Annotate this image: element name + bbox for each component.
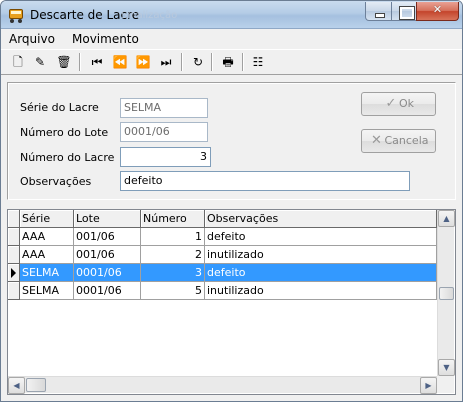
- delete-icon[interactable]: 🗑: [55, 53, 73, 71]
- column-header-observacoes[interactable]: Observações: [205, 210, 437, 228]
- toolbar-separator: [242, 53, 244, 71]
- cancel-button-label: Cancela: [384, 134, 429, 147]
- app-window: Descarte de Lacre Sinalização ✕ Arquivo …: [0, 0, 463, 402]
- title-bar[interactable]: Descarte de Lacre Sinalização ✕: [1, 1, 462, 29]
- toolbar-separator: [211, 53, 213, 71]
- column-header-serie[interactable]: Série: [20, 210, 74, 228]
- cell-observacoes[interactable]: defeito: [205, 228, 437, 246]
- column-header-lote[interactable]: Lote: [74, 210, 141, 228]
- scroll-right-icon[interactable]: ▶: [420, 377, 437, 394]
- refresh-icon[interactable]: ↻: [189, 53, 207, 71]
- cell-serie[interactable]: AAA: [20, 228, 74, 246]
- cell-serie[interactable]: AAA: [20, 246, 74, 264]
- cell-lote-selected[interactable]: 0001/06: [74, 264, 141, 282]
- horizontal-scroll-thumb[interactable]: [26, 378, 46, 392]
- cell-numero-selected[interactable]: 3: [141, 264, 205, 282]
- scroll-up-icon[interactable]: ▲: [438, 210, 455, 227]
- menu-bar: Arquivo Movimento: [1, 30, 462, 48]
- lote-field[interactable]: 0001/06: [120, 122, 208, 142]
- cancel-button[interactable]: ✕ Cancela: [361, 129, 436, 153]
- cancel-icon: ✕: [371, 133, 382, 148]
- maximize-button[interactable]: [391, 2, 417, 21]
- scroll-down-icon[interactable]: ▼: [438, 359, 455, 376]
- form-panel: Série do Lacre SELMA Número do Lote 0001…: [7, 82, 456, 200]
- minimize-button[interactable]: [365, 2, 392, 21]
- cell-lote[interactable]: 001/06: [74, 246, 141, 264]
- toolbar: 🗋 ✎ 🗑 ⏮ ⏪ ⏩ ⏭ ↻ 🖶 ☷: [1, 49, 462, 75]
- row-indicator[interactable]: [8, 228, 20, 246]
- cell-numero[interactable]: 1: [141, 228, 205, 246]
- current-row-indicator[interactable]: [8, 264, 20, 282]
- menu-movimento[interactable]: Movimento: [72, 32, 139, 46]
- serie-label: Série do Lacre: [20, 101, 99, 114]
- numero-label: Número do Lacre: [20, 151, 115, 164]
- numero-field[interactable]: 3: [120, 147, 211, 167]
- last-record-icon[interactable]: ⏭: [157, 53, 175, 71]
- ok-button-label: Ok: [398, 97, 415, 110]
- serie-field[interactable]: SELMA: [120, 98, 208, 118]
- grid-header-indicator: [8, 210, 20, 228]
- menu-arquivo[interactable]: Arquivo: [9, 32, 55, 46]
- cell-lote[interactable]: 0001/06: [74, 282, 141, 300]
- window-title-ghost: Sinalização: [121, 10, 178, 21]
- horizontal-scrollbar[interactable]: ◀ ▶: [8, 376, 437, 394]
- toolbar-separator: [181, 53, 183, 71]
- cell-observacoes-selected[interactable]: defeito: [205, 264, 437, 282]
- next-record-icon[interactable]: ⏩: [134, 53, 152, 71]
- first-record-icon[interactable]: ⏮: [88, 53, 106, 71]
- toolbar-separator: [79, 53, 81, 71]
- cell-observacoes[interactable]: inutilizado: [205, 246, 437, 264]
- column-header-numero[interactable]: Número: [141, 210, 205, 228]
- check-icon: ✓: [385, 96, 397, 111]
- cell-serie[interactable]: SELMA: [20, 282, 74, 300]
- vertical-scrollbar[interactable]: ▲ ▼: [437, 210, 455, 376]
- cell-numero[interactable]: 5: [141, 282, 205, 300]
- bus-app-icon: [8, 7, 24, 23]
- close-button[interactable]: ✕: [416, 2, 459, 21]
- scrollbar-corner: [437, 376, 454, 393]
- cell-observacoes[interactable]: inutilizado: [205, 282, 437, 300]
- properties-icon[interactable]: ☷: [249, 53, 267, 71]
- ok-button[interactable]: ✓ Ok: [361, 92, 436, 116]
- prior-record-icon[interactable]: ⏪: [111, 53, 129, 71]
- obs-label: Observações: [20, 175, 92, 188]
- cell-lote[interactable]: 001/06: [74, 228, 141, 246]
- scroll-left-icon[interactable]: ◀: [8, 377, 25, 394]
- print-icon[interactable]: 🖶: [219, 53, 237, 71]
- records-grid: Série Lote Número Observações AAA 001/06…: [7, 209, 456, 395]
- edit-icon[interactable]: ✎: [31, 53, 49, 71]
- lote-label: Número do Lote: [20, 126, 109, 139]
- close-icon: ✕: [432, 3, 443, 16]
- obs-field[interactable]: defeito: [120, 171, 410, 191]
- row-indicator[interactable]: [8, 246, 20, 264]
- row-indicator[interactable]: [8, 282, 20, 300]
- vertical-scroll-thumb[interactable]: [439, 287, 454, 300]
- cell-numero[interactable]: 2: [141, 246, 205, 264]
- cell-serie-selected[interactable]: SELMA: [20, 264, 74, 282]
- row-pointer-icon: [11, 268, 16, 278]
- new-icon[interactable]: 🗋: [9, 53, 27, 71]
